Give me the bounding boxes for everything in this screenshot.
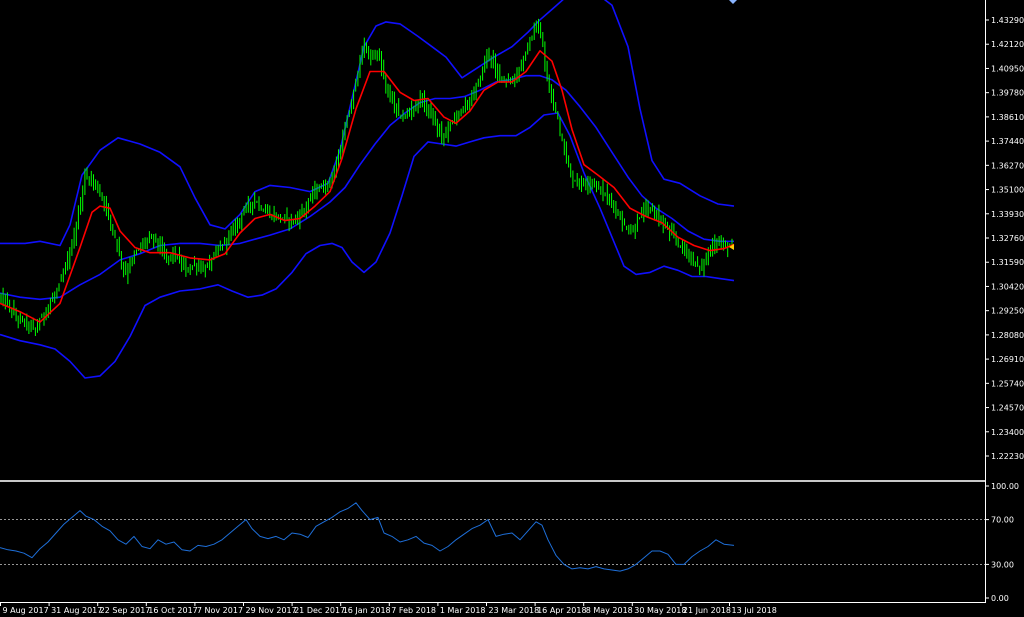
price-tick-label: 1.24570 bbox=[991, 404, 1024, 413]
date-tick-labels: 9 Aug 2017 31 Aug 201722 Sep 201716 Oct 2… bbox=[0, 602, 777, 615]
date-tick-label: 9 Aug 2017 bbox=[3, 606, 49, 615]
price-tick-label: 1.31590 bbox=[991, 258, 1024, 267]
oscillator-tick-label: 30.00 bbox=[991, 560, 1014, 569]
oscillator-pane[interactable] bbox=[0, 502, 985, 572]
date-tick-label: 31 Aug 2017 bbox=[51, 606, 102, 615]
oscillator-value-line bbox=[0, 502, 735, 572]
date-tick-label: 23 Mar 2018 bbox=[489, 606, 540, 615]
price-tick-label: 1.40950 bbox=[991, 64, 1024, 73]
price-pane-background bbox=[0, 0, 985, 480]
date-tick-label: 21 Dec 2017 bbox=[294, 606, 345, 615]
price-tick-label: 1.23400 bbox=[991, 428, 1024, 437]
price-tick-label: 1.29250 bbox=[991, 307, 1024, 316]
oscillator-tick-label: 0.00 bbox=[991, 594, 1009, 603]
oscillator-tick-label: 100.00 bbox=[991, 482, 1019, 491]
price-tick-labels: 1.43290 1.42120 1.40950 1.39780 1.38610 1.374… bbox=[985, 16, 1024, 461]
oscillator-levels bbox=[0, 519, 985, 565]
oscillator-line bbox=[0, 502, 735, 572]
price-tick-label: 1.32760 bbox=[991, 234, 1024, 243]
price-tick-label: 1.26910 bbox=[991, 355, 1024, 364]
date-tick-label: 13 Jul 2018 bbox=[732, 606, 777, 615]
oscillator-tick-label: 70.00 bbox=[991, 516, 1014, 525]
date-tick-label: 21 Jun 2018 bbox=[683, 606, 731, 615]
price-axis: 1.43290 1.42120 1.40950 1.39780 1.38610 1.374… bbox=[985, 0, 1024, 603]
price-tick-label: 1.25740 bbox=[991, 379, 1024, 388]
date-tick-label: 29 Nov 2017 bbox=[246, 606, 297, 615]
price-tick-label: 1.43290 bbox=[991, 16, 1024, 25]
price-tick-label: 1.37440 bbox=[991, 137, 1024, 146]
date-tick-label: 16 Apr 2018 bbox=[537, 606, 586, 615]
date-tick-label: 7 Nov 2017 bbox=[197, 606, 243, 615]
price-tick-label: 1.38610 bbox=[991, 113, 1024, 122]
date-tick-label: 16 Jan 2018 bbox=[343, 606, 391, 615]
price-pane[interactable] bbox=[0, 0, 985, 480]
time-axis: 9 Aug 2017 31 Aug 201722 Sep 201716 Oct 2… bbox=[0, 602, 986, 615]
date-tick-label: 7 Feb 2018 bbox=[391, 606, 436, 615]
price-tick-label: 1.33930 bbox=[991, 210, 1024, 219]
date-tick-label: 16 Oct 2017 bbox=[148, 606, 197, 615]
price-tick-label: 1.35100 bbox=[991, 186, 1024, 195]
date-tick-label: 1 Mar 2018 bbox=[440, 606, 486, 615]
price-tick-label: 1.36270 bbox=[991, 161, 1024, 170]
price-tick-label: 1.28080 bbox=[991, 331, 1024, 340]
trading-chart[interactable]: 1.43290 1.42120 1.40950 1.39780 1.38610 1.374… bbox=[0, 0, 1024, 617]
price-tick-label: 1.39780 bbox=[991, 89, 1024, 98]
price-tick-label: 1.22230 bbox=[991, 452, 1024, 461]
price-tick-label: 1.42120 bbox=[991, 40, 1024, 49]
date-tick-label: 22 Sep 2017 bbox=[100, 606, 151, 615]
price-tick-label: 1.30420 bbox=[991, 282, 1024, 291]
date-tick-label: 30 May 2018 bbox=[634, 606, 686, 615]
oscillator-tick-labels: 100.00 70.00 30.00 0.00 bbox=[985, 482, 1019, 603]
date-tick-label: 8 May 2018 bbox=[586, 606, 633, 615]
